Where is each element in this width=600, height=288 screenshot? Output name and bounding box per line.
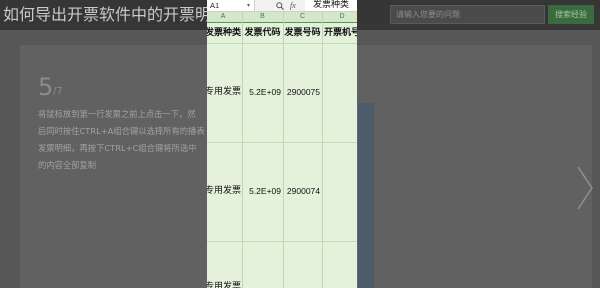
step-text-line: 发票明细，再按下CTRL+C组合键将所选中 bbox=[38, 143, 197, 153]
column-letter: D bbox=[339, 13, 345, 20]
column-header-row: A B C D bbox=[207, 12, 357, 23]
table-cell: 专用发票 bbox=[207, 282, 242, 288]
step-description: 将鼠标放到第一行发票之前上点击一下，然 后同时按住CTRL+A组合键以选择所有的… bbox=[38, 106, 205, 174]
fx-icon: fx bbox=[290, 1, 296, 10]
search-button[interactable]: 搜索经验 bbox=[548, 5, 594, 24]
formula-content: 发票种类 bbox=[305, 0, 357, 11]
step-text-line: 后同时按住CTRL+A组合键以选择所有的播表 bbox=[38, 126, 205, 136]
step-image bbox=[357, 103, 374, 288]
name-box: A1 ▾ bbox=[207, 0, 255, 11]
step-text-line: 将鼠标放到第一行发票之前上点击一下，然 bbox=[38, 109, 196, 119]
header-cell-invoice-number: 发票号码 bbox=[284, 28, 321, 38]
image-viewer[interactable]: A1 ▾ fx 发票种类 A B C D 发票种类 发票代码 发票号码 开票机号… bbox=[207, 0, 357, 288]
zoom-icon bbox=[276, 2, 284, 10]
search-input[interactable] bbox=[390, 5, 545, 24]
header-cell-invoice-type: 发票种类 bbox=[207, 28, 242, 38]
column-letter: A bbox=[220, 13, 226, 20]
table-cell: 专用发票 bbox=[207, 186, 242, 196]
page-title: 如何导出开票软件中的开票明细 bbox=[3, 5, 228, 24]
header-cell-machine-number: 开票机号 bbox=[323, 28, 357, 38]
name-box-value: A1 bbox=[210, 1, 220, 10]
table-cell: 2900074 bbox=[286, 186, 320, 196]
header-cell-invoice-code: 发票代码 bbox=[244, 28, 281, 38]
table-cell: 5.2E+09 bbox=[249, 186, 281, 196]
column-letter: B bbox=[260, 13, 265, 20]
step-number: 5 bbox=[38, 73, 54, 101]
dropdown-arrow-icon: ▾ bbox=[247, 2, 251, 9]
table-cell: 2900075 bbox=[286, 87, 320, 97]
formula-bar: A1 ▾ fx 发票种类 bbox=[207, 0, 357, 12]
step-text-line: 的内容全部复制 bbox=[38, 160, 97, 170]
table-cell: 专用发票 bbox=[207, 87, 242, 97]
table-cell: 5.2E+09 bbox=[249, 87, 281, 97]
column-letter: C bbox=[299, 13, 306, 20]
grid-line bbox=[322, 12, 323, 288]
step-total: /7 bbox=[53, 86, 63, 97]
chevron-right-icon[interactable] bbox=[576, 165, 594, 211]
